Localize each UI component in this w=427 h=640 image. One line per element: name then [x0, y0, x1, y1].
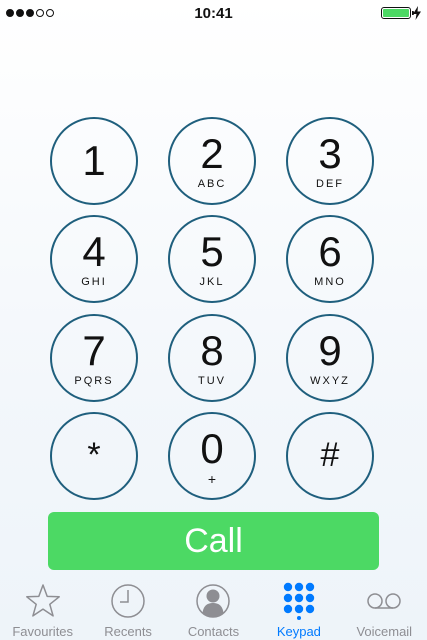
- key-7[interactable]: 7 PQRS: [50, 314, 138, 402]
- key-digit: 2: [200, 130, 224, 177]
- key-digit: 9: [318, 327, 342, 374]
- contact-icon: [196, 584, 231, 618]
- key-letters: JKL: [199, 276, 225, 288]
- star-icon: [25, 584, 60, 617]
- tab-label: Keypad: [276, 624, 321, 639]
- key-9[interactable]: 9 WXYZ: [286, 314, 374, 402]
- key-3[interactable]: 3 DEF: [286, 117, 374, 205]
- key-digit: *: [87, 436, 101, 474]
- tab-label: Contacts: [187, 624, 240, 639]
- key-letters: PQRS: [74, 375, 114, 387]
- tab-voicemail[interactable]: Voicemail: [342, 580, 427, 640]
- tab-bar: Favourites Recents Contacts Keypad Voice…: [0, 580, 427, 640]
- key-letters: WXYZ: [310, 375, 350, 387]
- clock-icon: [111, 584, 145, 618]
- key-0[interactable]: 0 +: [168, 412, 256, 500]
- tab-keypad[interactable]: Keypad: [256, 580, 341, 640]
- key-digit: 5: [200, 228, 224, 275]
- key-digit: 3: [318, 130, 342, 177]
- key-letters: TUV: [198, 375, 226, 387]
- key-letters: MNO: [314, 276, 346, 288]
- key-8[interactable]: 8 TUV: [168, 314, 256, 402]
- key-2[interactable]: 2 ABC: [168, 117, 256, 205]
- key-4[interactable]: 4 GHI: [50, 215, 138, 303]
- key-hash[interactable]: #: [286, 412, 374, 500]
- key-1[interactable]: 1: [50, 117, 138, 205]
- tab-contacts[interactable]: Contacts: [171, 580, 256, 640]
- key-6[interactable]: 6 MNO: [286, 215, 374, 303]
- tab-label: Voicemail: [356, 624, 413, 639]
- key-letters: +: [207, 471, 217, 487]
- key-5[interactable]: 5 JKL: [168, 215, 256, 303]
- key-letters: ABC: [197, 178, 227, 190]
- key-digit: 4: [82, 228, 106, 275]
- tab-label: Favourites: [12, 624, 74, 639]
- voicemail-icon: [367, 593, 401, 609]
- tab-label: Recents: [104, 624, 152, 639]
- call-button[interactable]: Call: [48, 512, 379, 570]
- keypad-icon: [283, 582, 315, 620]
- key-letters: GHI: [81, 276, 107, 288]
- key-digit: 7: [82, 327, 106, 374]
- key-digit: 0: [200, 425, 224, 472]
- key-digit: 8: [200, 327, 224, 374]
- key-digit: 1: [82, 137, 106, 184]
- key-letters: DEF: [316, 178, 344, 190]
- key-digit: #: [320, 436, 340, 474]
- key-digit: 6: [318, 228, 342, 275]
- keypad: 1 2 ABC 3 DEF 4 GHI 5 JKL 6 MNO 7 PQRS 8…: [0, 0, 427, 500]
- key-star[interactable]: *: [50, 412, 138, 500]
- tab-recents[interactable]: Recents: [85, 580, 170, 640]
- tab-favourites[interactable]: Favourites: [0, 580, 85, 640]
